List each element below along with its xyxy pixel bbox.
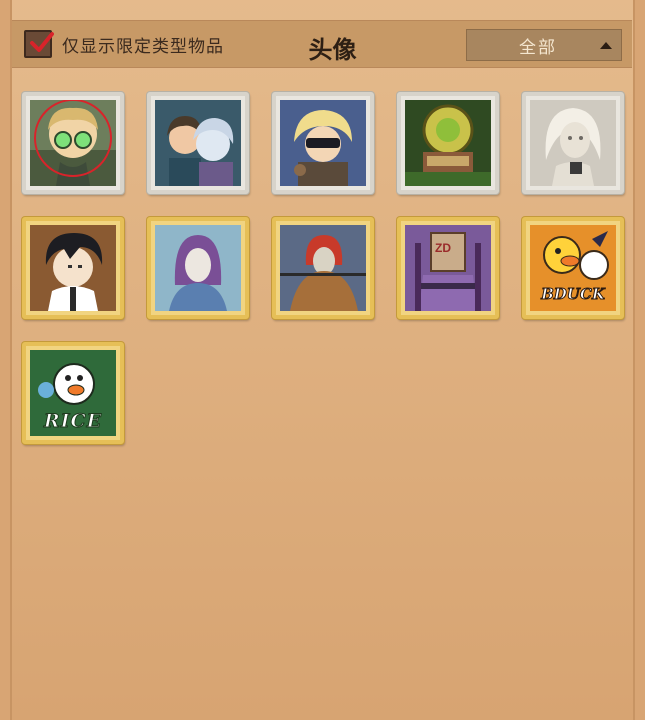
avatar-tile-red-mask-cloak[interactable] <box>272 217 374 319</box>
avatar-blonde-mask-art <box>280 100 366 186</box>
avatar-white-doll-art <box>530 100 616 186</box>
avatar-tile-white-doll[interactable] <box>522 92 624 194</box>
avatar-black-hair-boy-art <box>30 225 116 311</box>
dropdown-selected-value: 全部 <box>519 37 557 58</box>
avatar-tile-purple-hooded[interactable] <box>147 217 249 319</box>
avatar-green-glasses-art <box>30 100 116 186</box>
avatar-tile-box-head[interactable]: ZD <box>397 217 499 319</box>
avatar-green-mech-art <box>405 100 491 186</box>
avatar-duo-teal-art <box>155 100 241 186</box>
avatar-bduck-art: BDUCK <box>530 225 616 311</box>
avatar-tile-black-hair-boy[interactable] <box>22 217 124 319</box>
avatar-rice-art: RICE <box>30 350 116 436</box>
avatar-tile-duo-teal[interactable] <box>147 92 249 194</box>
bduck-logo-text: BDUCK <box>541 285 606 304</box>
avatar-tile-blonde-mask[interactable] <box>272 92 374 194</box>
avatar-tile-rice[interactable]: RICE <box>22 342 124 444</box>
avatar-tile-green-mech[interactable] <box>397 92 499 194</box>
avatar-red-mask-cloak-art <box>280 225 366 311</box>
rice-logo-text: RICE <box>43 410 103 433</box>
avatar-tile-bduck[interactable]: BDUCK <box>522 217 624 319</box>
category-dropdown[interactable]: 全部 <box>466 29 622 61</box>
avatar-tile-green-glasses[interactable] <box>22 92 124 194</box>
box-head-text: ZD <box>435 241 451 255</box>
avatar-box-head-art: ZD <box>405 225 491 311</box>
caret-up-icon <box>591 40 621 50</box>
avatar-purple-hooded-art <box>155 225 241 311</box>
